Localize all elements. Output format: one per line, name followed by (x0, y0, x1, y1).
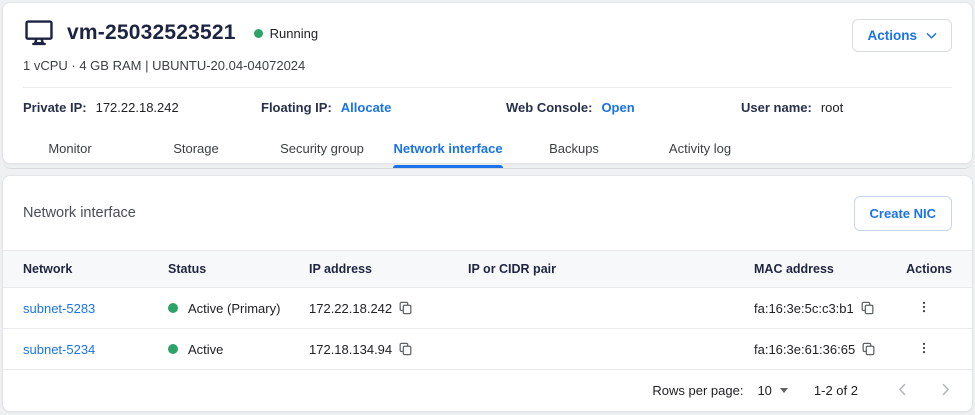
status-dot-icon (254, 29, 263, 38)
status-dot-icon (168, 344, 178, 354)
vm-info-bar: Private IP: 172.22.18.242 Floating IP: A… (3, 88, 972, 129)
info-label: Web Console: (506, 100, 592, 115)
vm-spec-subtitle: 1 vCPU · 4 GB RAM | UBUNTU-20.04-0407202… (23, 58, 952, 73)
tab-monitor[interactable]: Monitor (7, 129, 133, 168)
actions-button[interactable]: Actions (852, 19, 952, 52)
info-label: User name: (741, 100, 812, 115)
actions-button-label: Actions (867, 28, 917, 43)
network-interface-panel: Network interface Create NIC Network Sta… (2, 175, 973, 412)
column-header-mac-address: MAC address (754, 262, 896, 276)
ip-address-value: 172.22.18.242 (309, 301, 392, 316)
vm-status-label: Running (270, 26, 318, 41)
panel-title: Network interface (23, 205, 136, 221)
tab-security-group[interactable]: Security group (259, 129, 385, 168)
panel-header: Network interface Create NIC (3, 176, 972, 250)
tab-backups[interactable]: Backups (511, 129, 637, 168)
info-web-console: Web Console: Open (506, 100, 635, 115)
status-label: Active (Primary) (188, 301, 280, 316)
status-cell: Active (168, 342, 309, 357)
column-header-status: Status (168, 262, 309, 276)
next-page-icon[interactable] (933, 377, 958, 405)
status-cell: Active (Primary) (168, 301, 309, 316)
tab-activity-log[interactable]: Activity log (637, 129, 763, 168)
vm-status-badge: Running (254, 26, 318, 41)
table-row: subnet-5234 Active 172.18.134.94 fa:16:3… (3, 329, 972, 370)
allocate-floating-ip-link[interactable]: Allocate (341, 100, 392, 115)
vm-header: vm-25032523521 Running Actions 1 vCPU · … (3, 3, 972, 88)
vm-title: vm-25032523521 (67, 21, 236, 45)
user-name-value: root (821, 100, 843, 115)
row-kebab-menu-icon[interactable] (913, 296, 935, 321)
copy-icon[interactable] (398, 300, 413, 316)
vm-tab-bar: Monitor Storage Security group Network i… (3, 129, 972, 169)
tab-label: Network interface (393, 141, 502, 156)
page-range-label: 1-2 of 2 (814, 383, 858, 398)
create-nic-button[interactable]: Create NIC (854, 196, 952, 231)
column-header-network: Network (23, 262, 168, 276)
tab-label: Activity log (669, 141, 731, 156)
chevron-down-icon (926, 32, 937, 40)
info-user-name: User name: root (741, 100, 843, 115)
ip-address-value: 172.18.134.94 (309, 342, 392, 357)
tab-label: Storage (173, 141, 219, 156)
tab-label: Monitor (48, 141, 91, 156)
copy-icon[interactable] (398, 341, 413, 357)
mac-address-value: fa:16:3e:61:36:65 (754, 342, 855, 357)
active-tab-underline (393, 165, 503, 168)
status-dot-icon (168, 303, 178, 313)
open-web-console-link[interactable]: Open (601, 100, 634, 115)
subnet-link[interactable]: subnet-5283 (23, 301, 95, 316)
monitor-icon (23, 19, 55, 47)
mac-address-value: fa:16:3e:5c:c3:b1 (754, 301, 854, 316)
copy-icon[interactable] (861, 341, 876, 357)
tab-label: Backups (549, 141, 599, 156)
rows-per-page-value: 10 (757, 383, 771, 398)
column-header-ip-address: IP address (309, 262, 468, 276)
status-label: Active (188, 342, 223, 357)
private-ip-value: 172.22.18.242 (96, 100, 179, 115)
dropdown-arrow-icon (780, 388, 788, 393)
table-header-row: Network Status IP address IP or CIDR pai… (3, 250, 972, 288)
info-floating-ip: Floating IP: Allocate (261, 100, 391, 115)
rows-per-page-label: Rows per page: (652, 383, 743, 398)
table-pagination: Rows per page: 10 1-2 of 2 (3, 370, 972, 411)
subnet-link[interactable]: subnet-5234 (23, 342, 95, 357)
rows-per-page-select[interactable]: 10 (757, 383, 787, 398)
info-label: Floating IP: (261, 100, 332, 115)
table-row: subnet-5283 Active (Primary) 172.22.18.2… (3, 288, 972, 329)
vm-summary-card: vm-25032523521 Running Actions 1 vCPU · … (2, 2, 973, 164)
copy-icon[interactable] (860, 300, 875, 316)
info-label: Private IP: (23, 100, 87, 115)
column-header-ip-or-cidr: IP or CIDR pair (468, 262, 754, 276)
row-kebab-menu-icon[interactable] (913, 337, 935, 362)
tab-storage[interactable]: Storage (133, 129, 259, 168)
column-header-actions: Actions (896, 262, 952, 276)
tab-label: Security group (280, 141, 364, 156)
info-private-ip: Private IP: 172.22.18.242 (23, 100, 179, 115)
tab-network-interface[interactable]: Network interface (385, 129, 511, 168)
previous-page-icon[interactable] (890, 377, 915, 405)
